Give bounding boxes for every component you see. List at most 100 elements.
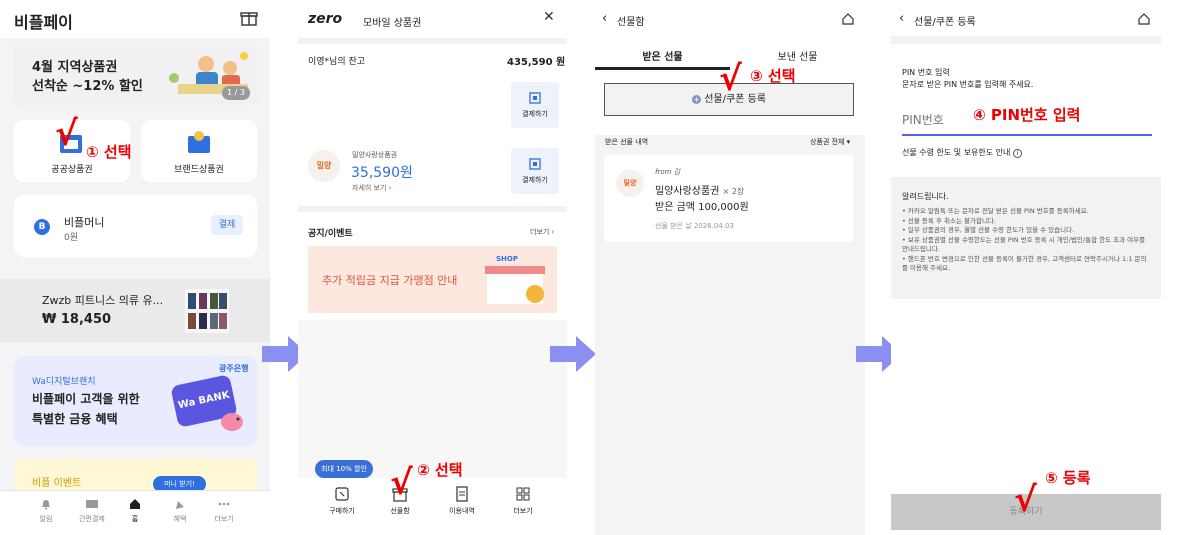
home-icon [130, 499, 140, 509]
notice-title: 공지/이벤트 [308, 229, 353, 239]
gift-card[interactable]: 밀양 from 김 밀양사랑상품권 × 2장 받은 금액 100,000원 선물… [604, 155, 854, 242]
money-label: 비플머니 [64, 216, 105, 229]
receipt-icon [456, 486, 468, 502]
money-tip-text: 머니 받기! [164, 480, 195, 488]
nav-more-label: 더보기 [214, 515, 234, 523]
screen-giftbox: ‹ 선물함 받은 선물 보낸 선물 + 선물/쿠폰 등록 받은 선물 내역 상품… [595, 0, 865, 535]
notice-box: 알려드립니다. • 카카오 알림톡 또는 문자로 전달 받은 선물 PIN 번호… [891, 177, 1161, 299]
step5-annotation: ⑤ 등록 [1045, 469, 1091, 487]
screen-register-coupon: ‹ 선물/쿠폰 등록 PIN 번호 입력 문자로 받은 PIN 번호를 입력해 … [891, 0, 1161, 535]
bank-name: 광주은행 [219, 364, 249, 373]
event-banner[interactable]: 추가 적립금 지급 가맹점 안내 SHOP [308, 246, 557, 313]
gift-icon[interactable] [240, 9, 258, 27]
banner-page-indicator: 1 / 3 [222, 86, 250, 100]
tab-received[interactable]: 받은 선물 [595, 48, 730, 63]
list-label: 받은 선물 내역 [605, 138, 649, 146]
notice-item: • 카카오 알림톡 또는 문자로 전달 받은 선물 PIN 번호를 등록하세요. [902, 207, 1089, 215]
detail-link-text: 자세히 보기 [352, 184, 387, 192]
nav-home[interactable]: 홈 [115, 498, 155, 524]
event-label: 비플 이벤트 [32, 478, 82, 489]
voucher-logo-text: 밀양 [316, 161, 332, 170]
nav-home-label: 홈 [131, 515, 139, 523]
pay-button[interactable]: 결제 [211, 215, 243, 235]
home-outline-icon[interactable] [841, 12, 855, 26]
pay-button-2[interactable]: 결제하기 [511, 148, 559, 194]
product-card[interactable]: Zwzb 피트니스 의류 유... ₩ 18,450 [0, 279, 270, 342]
tile-public-label: 공공상품권 [51, 165, 93, 175]
pay-label-2: 결제하기 [522, 176, 548, 184]
back-icon[interactable]: ‹ [602, 11, 607, 26]
bank-sub: Wa디지털브랜치 [32, 377, 96, 387]
step2-annotation: ② 선택 [417, 461, 463, 479]
tile-brand-voucher[interactable]: 브랜드상품권 [141, 120, 257, 182]
gift-name: 밀양사랑상품권 [655, 186, 720, 197]
product-name: Zwzb 피트니스 의류 유... [42, 294, 164, 307]
voucher-value: 35,590원 [351, 165, 413, 181]
tab-sent[interactable]: 보낸 선물 [730, 48, 865, 63]
close-icon[interactable]: ✕ [543, 9, 555, 25]
shop-label: SHOP [496, 255, 518, 263]
qr-icon [529, 158, 541, 170]
balance-value: 435,590 원 [507, 57, 566, 68]
nav-easypay[interactable]: 간편결제 [72, 498, 112, 524]
nav-buy[interactable]: 구매하기 [320, 486, 364, 516]
money-value: 0원 [64, 233, 79, 243]
nav-more[interactable]: 더보기 [204, 498, 244, 524]
nav-alarm[interactable]: 알림 [26, 498, 66, 524]
nav-more-2-label: 더보기 [513, 507, 533, 515]
check-mark-5: √ [1014, 480, 1037, 520]
detail-link[interactable]: 자세히 보기 › [352, 183, 391, 193]
pay-label-1: 결제하기 [522, 110, 548, 118]
notice-item: • 보유 상품권별 선물 수령한도는 선물 PIN 번호 등록 시 개인/법인/… [902, 235, 1146, 254]
voucher-name: 밀양사랑상품권 [352, 151, 398, 159]
buy-icon [335, 487, 349, 501]
gift-qty: × 2장 [722, 187, 745, 196]
pay-button-1[interactable]: 결제하기 [511, 82, 559, 128]
nav-history[interactable]: 이용내역 [440, 486, 484, 516]
nav-more-2[interactable]: 더보기 [501, 486, 545, 516]
nav-benefit[interactable]: 혜택 [160, 498, 200, 524]
bank-promo-card[interactable]: 광주은행 Wa디지털브랜치 비플페이 고객을 위한 특별한 금융 혜택 Wa B… [14, 356, 257, 446]
filter-select[interactable]: 상품권 전체 ▾ [810, 137, 850, 147]
nav-giftbox-label: 선물함 [390, 507, 410, 515]
step4-annotation: ④ PIN번호 입력 [973, 106, 1081, 124]
notice-item: • 일부 상품권의 경우, 월별 선물 수령 한도가 있을 수 있습니다. [902, 226, 1075, 234]
notice-item: • 선물 등록 후 취소는 불가합니다. [902, 216, 996, 225]
notice-box-title: 알려드립니다. [902, 192, 949, 201]
product-price: ₩ 18,450 [42, 312, 112, 327]
banner-line2: 선착순 ~12% 할인 [32, 79, 143, 94]
screen-zero-voucher: zero 모바일 상품권 ✕ 이영*님의 잔고 435,590 원 결제하기 밀… [298, 0, 567, 535]
zero-title: 모바일 상품권 [363, 18, 422, 29]
gift-voucher-logo: 밀양 [616, 169, 644, 197]
bank-line1: 비플페이 고객을 위한 [32, 392, 140, 406]
tile-brand-label: 브랜드상품권 [174, 165, 224, 175]
balance-label: 이영*님의 잔고 [308, 57, 366, 67]
more-icon [218, 502, 230, 506]
register-title: 선물/쿠폰 등록 [914, 17, 976, 28]
notice-more-link[interactable]: 더보기 › [530, 227, 554, 237]
promo-banner[interactable]: 4월 지역상품권 선착순 ~12% 할인 1 / 3 [14, 42, 257, 105]
banner-line1: 4월 지역상품권 [32, 60, 118, 75]
notice-item: • 핸드폰 번호 변경으로 인한 선물 등록이 불가한 경우, 고객센터로 연락… [902, 254, 1147, 273]
pin-title: PIN 번호 입력 [902, 68, 950, 77]
notice-more-text: 더보기 [530, 228, 550, 236]
gift-from: from 김 [655, 168, 681, 176]
money-card[interactable]: B 비플머니 0원 결제 [14, 195, 257, 257]
step3-annotation: ③ 선택 [750, 67, 796, 85]
bank-line2: 특별한 금융 혜택 [32, 412, 118, 426]
benefit-icon [176, 501, 184, 509]
back-icon-2[interactable]: ‹ [899, 11, 904, 26]
notice-list: • 카카오 알림톡 또는 문자로 전달 받은 선물 PIN 번호를 등록하세요.… [902, 207, 1152, 274]
zero-logo: zero [308, 11, 343, 27]
product-image [185, 289, 229, 333]
pin-desc: 문자로 받은 PIN 번호를 입력해 주세요. [902, 80, 1034, 89]
gift-date: 선물 받은 날 2026.04.03 [655, 222, 734, 230]
gift-name-line: 밀양사랑상품권 × 2장 [655, 182, 744, 197]
zero-bottom-nav: 구매하기 선물함 이용내역 더보기 [298, 478, 567, 535]
home-outline-icon-2[interactable] [1137, 12, 1151, 26]
app-title: 비플페이 [14, 13, 73, 32]
limit-info[interactable]: 선물 수령 한도 및 보유한도 안내 i [902, 147, 1022, 158]
grid-icon [516, 487, 530, 501]
nav-alarm-label: 알림 [39, 515, 53, 523]
money-icon: B [34, 219, 50, 235]
